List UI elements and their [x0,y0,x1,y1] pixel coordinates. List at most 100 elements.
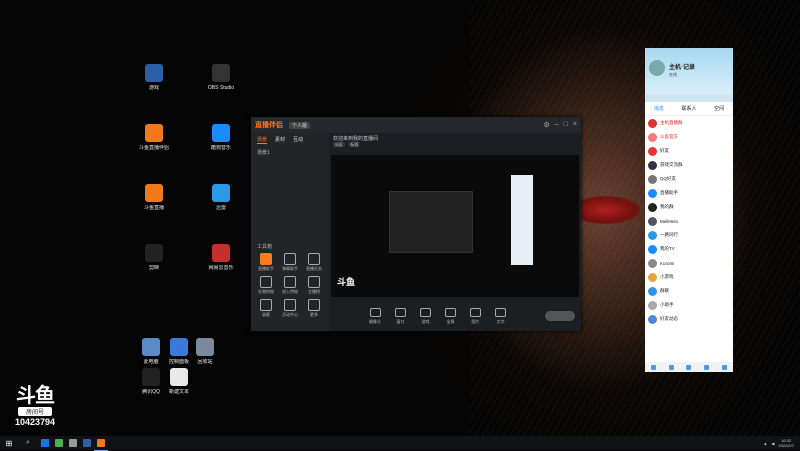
maximize-icon[interactable]: □ [564,121,568,129]
conversation-row[interactable]: 群聊 [645,284,733,298]
avatar [648,188,657,198]
conversation-row[interactable]: 好友 [645,144,733,158]
app-icon [145,64,163,82]
source-button[interactable]: 游戏 [420,307,431,325]
qq-search-input[interactable] [645,94,733,102]
source-button[interactable]: 文字 [495,307,506,325]
app-icon [145,124,163,142]
desktop-icon-label: 回收站 [197,359,213,365]
mail-icon[interactable] [704,364,710,370]
volume-icon[interactable]: ◀ [771,441,774,446]
tab-contacts[interactable]: 联系人 [681,105,696,112]
apps-icon[interactable] [721,364,727,370]
source-button[interactable]: 窗口 [395,307,406,325]
start-live-button[interactable] [545,311,575,321]
desktop-icon-label: 剪映 [148,265,159,271]
avatar[interactable] [649,60,665,76]
qq-panel[interactable]: 主机·记录 在线 消息 联系人 空间 主机直播群 斗鱼官方 好友游戏交流群 QQ好友直… [645,48,733,372]
source-button[interactable]: 摄像头 [369,307,381,325]
minimize-icon[interactable]: – [555,121,559,129]
tool-button[interactable]: 录屏 [255,299,277,318]
conversation-name: 游戏交流群 [660,162,683,167]
taskbar: ⊞ ⌕ ▲ ◀ 16:32 2022/2/7 [0,436,800,451]
taskbar-app[interactable] [80,436,94,450]
contacts-icon[interactable] [668,364,674,370]
tool-button[interactable]: 弹幕助手 [279,253,301,272]
preview-nested-chat [511,175,533,265]
desktop-icon[interactable]: 网易云音乐 [201,244,241,271]
conversation-row[interactable]: Kuromi [645,256,733,270]
desktop-icon-label: 新建文本 [168,389,189,395]
app-icon [196,338,214,356]
clock[interactable]: 16:32 2022/2/7 [778,438,794,448]
conversation-row[interactable]: 小游戏 [645,270,733,284]
taskbar-app[interactable] [66,436,80,450]
tool-button[interactable]: 直播任务 [303,253,325,272]
tool-label: 主播榜 [308,289,320,294]
tool-label: 活动中心 [282,312,298,317]
conversation-row[interactable]: QQ好友 [645,172,733,186]
desktop-icon[interactable]: 游戏 [134,64,174,91]
conversation-row[interactable]: 游戏交流群 [645,158,733,172]
taskbar-app[interactable] [52,436,66,450]
tab-messages[interactable]: 消息 [654,105,664,112]
conversation-row[interactable]: MeliMelo [645,214,733,228]
desktop-icon[interactable]: OBS Studio [201,64,241,91]
tab-scene[interactable]: 场景 [257,136,268,144]
tool-button[interactable]: 直播助手 [255,253,277,272]
menu-icon[interactable] [651,364,657,370]
taskbar-app[interactable] [38,436,52,450]
category-tag[interactable]: 分区 [333,142,345,147]
windows-start-icon[interactable]: ⊞ [0,439,18,448]
conversation-name: 小助手 [660,302,674,307]
conversation-row[interactable]: 我的群 [645,200,733,214]
source-button[interactable]: 全屏 [445,307,456,325]
desktop-icon[interactable]: 新建文本 [159,368,199,395]
scene-item[interactable]: 场景1 [251,147,329,158]
taskbar-app[interactable] [94,436,108,451]
tab-material[interactable]: 素材 [275,136,285,144]
source-button[interactable]: 图片 [470,307,481,325]
stream-title[interactable]: 欢迎来到我的直播间 [333,135,577,142]
tab-interact[interactable]: 互动 [293,136,303,144]
source-label: 图片 [471,318,480,324]
close-icon[interactable]: × [573,121,577,129]
tool-button[interactable]: 礼物特效 [255,276,277,295]
desktop-icon[interactable]: 回收站 [185,338,225,365]
tab-space[interactable]: 空间 [714,105,724,112]
stream-preview[interactable]: 斗鱼 [331,155,579,297]
tool-button[interactable]: 进入特效 [279,276,301,295]
conversation-row[interactable]: 主机直播群 [645,116,733,130]
tool-button[interactable]: 活动中心 [279,299,301,318]
tool-icon [260,299,272,311]
label-tag[interactable]: 标签 [348,142,361,147]
qq-header: 主机·记录 在线 [645,48,733,94]
desktop-icon[interactable]: 斗鱼直播伴侣 [134,124,174,151]
conversation-row[interactable]: 直播助手 [645,186,733,200]
app-icon [142,338,160,356]
tool-icon [308,253,320,265]
qq-footer [645,362,733,372]
desktop-icon-label: 斗鱼直播伴侣 [138,145,169,151]
avatar [648,258,657,268]
source-label: 文字 [496,318,505,324]
conversation-name: 小游戏 [660,274,674,279]
conversation-row[interactable]: 小助手 [645,298,733,312]
conversation-row[interactable]: 我的TV [645,242,733,256]
app-version-badge: 个人版 [289,121,311,129]
tool-icon [284,276,296,288]
conversation-row[interactable]: 斗鱼官方 [645,130,733,144]
network-icon[interactable]: ▲ [763,441,767,446]
tool-button[interactable]: 主播榜 [303,276,325,295]
desktop-icon[interactable]: 剪映 [134,244,174,271]
streaming-app-window[interactable]: 直播伴侣 个人版 ⚙ – □ × 场景 素材 互动 场景1 工具箱 直播助手 弹幕… [251,117,581,331]
desktop-icon[interactable]: 酷狗音乐 [201,124,241,151]
tool-button[interactable]: 更多 [303,299,325,318]
conversation-row[interactable]: 一路同行 [645,228,733,242]
settings-icon[interactable]: ⚙ [543,121,549,129]
conversation-row[interactable]: 好友动态 [645,312,733,326]
file-icon[interactable] [686,364,692,370]
search-icon[interactable]: ⌕ [18,439,38,447]
desktop-icon[interactable]: 迅雷 [201,184,241,211]
desktop-icon[interactable]: 斗鱼直播 [134,184,174,211]
